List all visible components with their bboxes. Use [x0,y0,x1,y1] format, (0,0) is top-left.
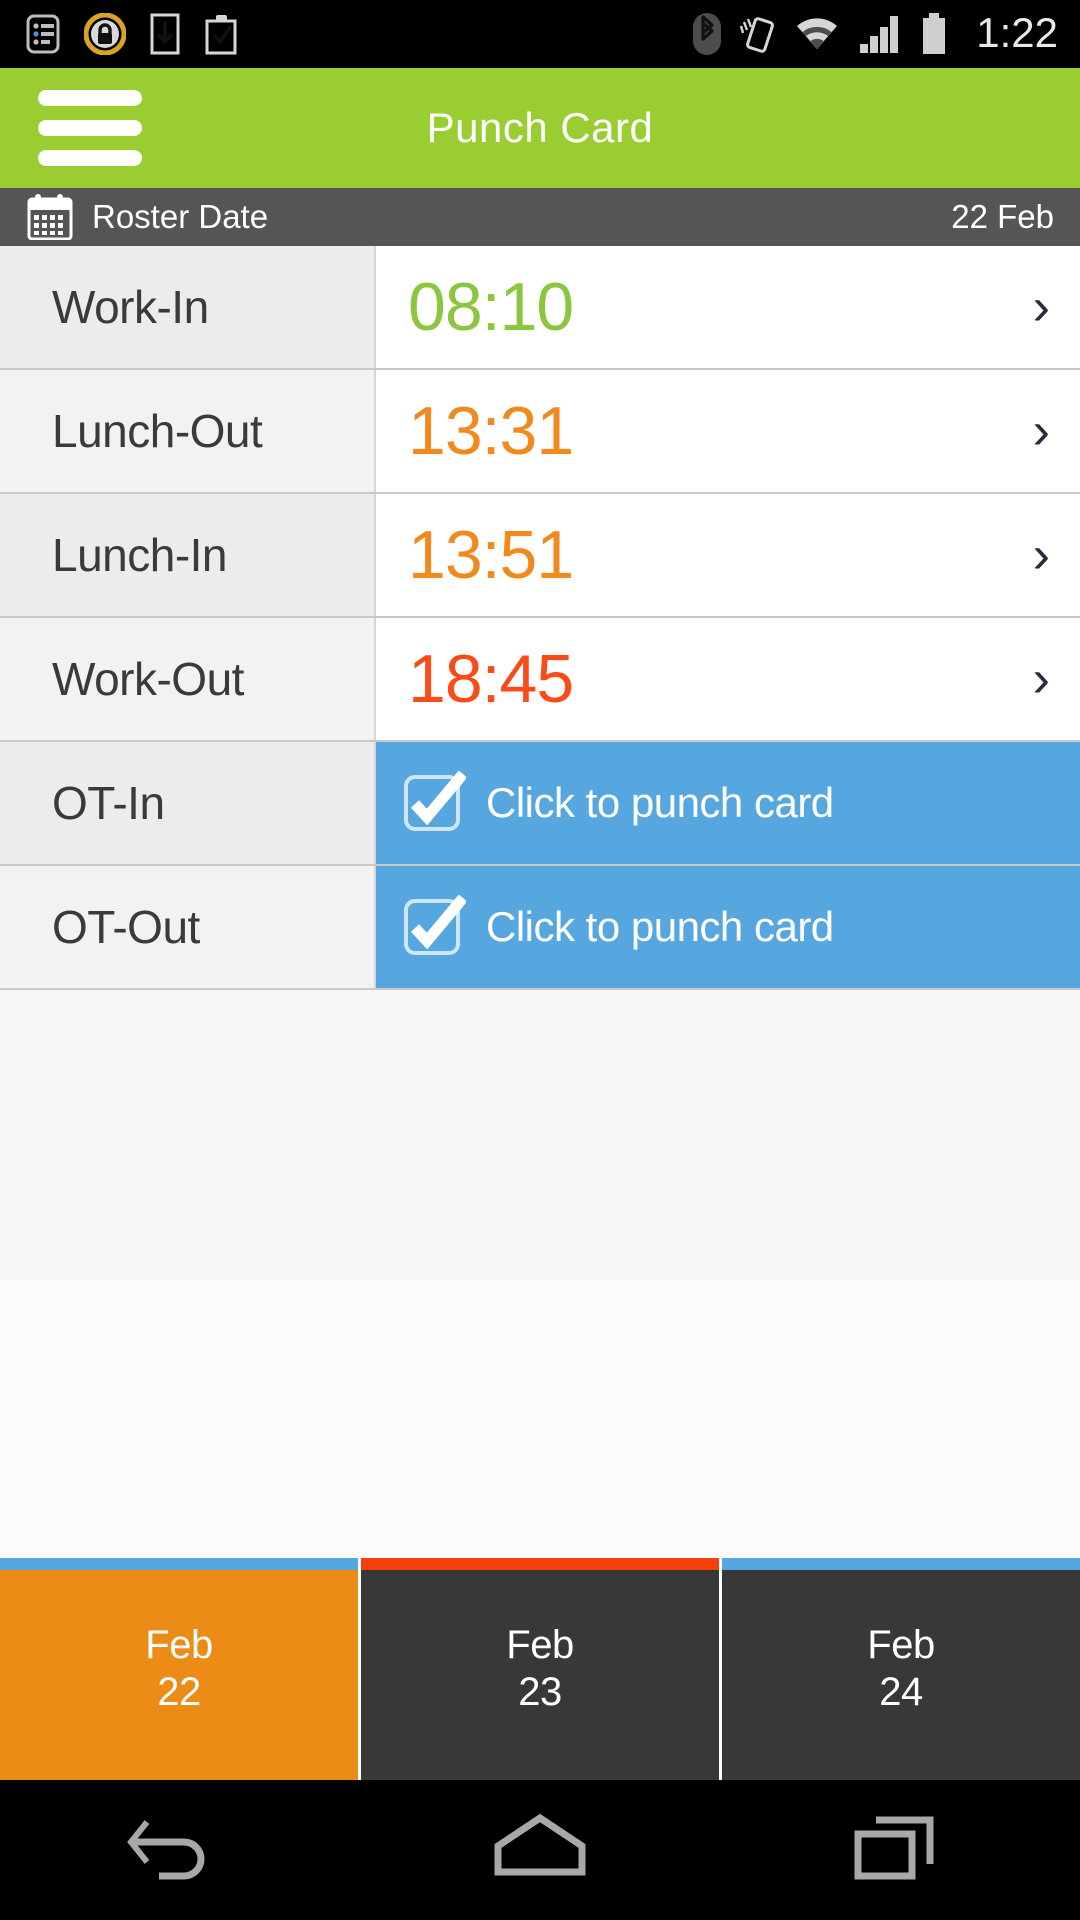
nav-back-button[interactable] [90,1780,270,1920]
calendar-icon [27,194,73,240]
punch-action-cell[interactable]: Click to punch card [376,742,1080,864]
date-tab-feb-23[interactable]: Feb 23 [361,1558,722,1780]
date-tab-accent [0,1558,358,1570]
date-tab-accent [361,1558,719,1570]
back-icon [127,1820,205,1880]
nav-home-button[interactable] [450,1780,630,1920]
recents-icon [854,1816,934,1880]
wifi-icon [797,18,838,49]
punch-row-label-cell: Lunch-Out [0,370,376,492]
chevron-right-icon[interactable]: › [1033,653,1050,705]
punch-row-value-cell[interactable]: 18:45 › [376,618,1080,740]
punch-row-label-cell: Work-Out [0,618,376,740]
clipboard-check-icon [205,15,237,55]
punch-row-label-cell: Lunch-In [0,494,376,616]
roster-date-bar[interactable]: Roster Date 22 Feb [0,188,1080,246]
roster-date-left: Roster Date [26,194,268,240]
empty-content-area [0,990,1080,1280]
punch-row-label: OT-Out [52,901,200,953]
battery-icon [923,13,946,54]
home-icon [494,1813,586,1876]
punch-time-value: 08:10 [408,269,574,345]
date-tab-day: 24 [879,1670,923,1714]
status-bar-right-icons: 1:22 [692,8,1080,57]
date-tab-month: Feb [867,1622,935,1667]
punch-row[interactable]: Work-Out 18:45 › [0,618,1080,742]
punch-action-label: Click to punch card [486,903,834,950]
punch-row-value-cell[interactable]: 08:10 › [376,246,1080,368]
date-tab-bar: Feb 22 Feb 23 Feb 24 [0,1558,1080,1780]
list-notification-icon [26,14,60,54]
punch-row-label-cell: OT-Out [0,866,376,988]
date-tab-feb-22[interactable]: Feb 22 [0,1558,361,1780]
chevron-right-icon[interactable]: › [1033,405,1050,457]
status-bar-left-icons [0,13,238,55]
app-root: 1:22 Punch Card Roster Date 22 Feb Work-… [0,0,1080,1920]
download-icon [150,13,180,55]
vibrate-icon [740,17,775,53]
punch-row-value-cell[interactable]: 13:31 › [376,370,1080,492]
punch-row-label: OT-In [52,777,165,829]
chevron-right-icon[interactable]: › [1033,529,1050,581]
chevron-right-icon[interactable]: › [1033,281,1050,333]
hamburger-bar-2 [38,120,142,136]
date-tab-day: 23 [518,1670,562,1714]
punch-action-label: Click to punch card [486,779,834,826]
lock-icon [84,13,126,55]
punch-row[interactable]: Lunch-In 13:51 › [0,494,1080,618]
date-tab-month: Feb [145,1622,213,1667]
punch-row-label-cell: Work-In [0,246,376,368]
date-tab-month: Feb [506,1622,574,1667]
punch-row-label-cell: OT-In [0,742,376,864]
punch-row-value-cell[interactable]: 13:51 › [376,494,1080,616]
date-tab-accent [722,1558,1080,1570]
punch-row-label: Lunch-Out [52,405,263,457]
punch-time-value: 13:51 [408,517,574,593]
status-bar: 1:22 [0,0,1080,68]
date-tab-day: 22 [157,1670,201,1714]
punch-row-label: Work-Out [52,653,244,705]
punch-time-value: 18:45 [408,641,574,717]
punch-row-label: Work-In [52,281,209,333]
cellular-signal-icon [860,16,900,53]
nav-recents-button[interactable] [810,1780,990,1920]
hamburger-menu-icon[interactable] [38,90,142,166]
punch-row-list: Work-In 08:10 › Lunch-Out 13:31 › Lunch-… [0,246,1080,990]
date-tab-feb-24[interactable]: Feb 24 [722,1558,1080,1780]
app-bar: Punch Card [0,68,1080,188]
punch-row[interactable]: Work-In 08:10 › [0,246,1080,370]
punch-time-value: 13:31 [408,393,574,469]
punch-row[interactable]: OT-In Click to punch card [0,742,1080,866]
status-bar-clock: 1:22 [976,8,1058,56]
punch-row[interactable]: OT-Out Click to punch card [0,866,1080,990]
roster-date-label: Roster Date [92,198,269,235]
hamburger-bar-3 [38,150,142,166]
checkbox-checked-icon [404,771,466,831]
punch-action-cell[interactable]: Click to punch card [376,866,1080,988]
punch-row[interactable]: Lunch-Out 13:31 › [0,370,1080,494]
android-navigation-bar [0,1780,1080,1920]
empty-content-area-lower [0,1280,1080,1558]
checkbox-checked-icon [404,895,466,955]
bluetooth-icon [693,13,722,55]
hamburger-bar-1 [38,90,142,106]
punch-row-label: Lunch-In [52,529,228,581]
roster-date-value: 22 Feb [951,198,1054,235]
page-title: Punch Card [426,104,654,151]
